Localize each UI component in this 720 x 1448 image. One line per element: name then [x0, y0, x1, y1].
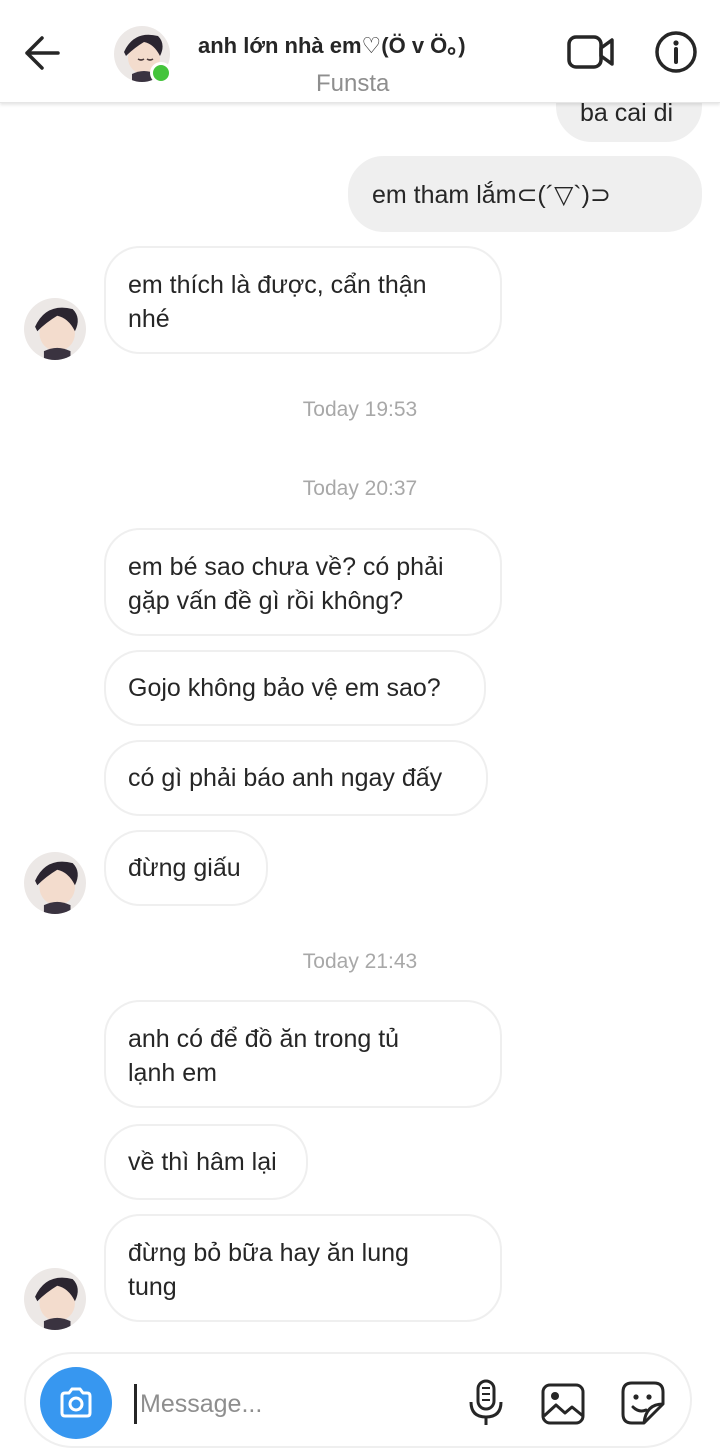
message-text-line: em bé sao chưa về? có phải — [128, 553, 444, 581]
chat-header: anh lớn nhà em♡(Ö v Ö。) Funsta — [0, 0, 720, 103]
timestamp: Today 20:37 — [302, 477, 418, 500]
message-text: có gì phải báo anh ngay đấy — [128, 764, 443, 792]
message-text: Gojo không bảo vệ em sao? — [128, 674, 441, 702]
message-text-line: em thích là được, cẩn thận — [128, 271, 427, 299]
message-input[interactable] — [138, 1380, 442, 1428]
video-camera-icon — [567, 35, 614, 69]
back-button[interactable] — [22, 34, 62, 72]
message-incoming[interactable]: đừng giấu — [104, 830, 268, 906]
video-call-button[interactable] — [566, 32, 616, 72]
arrow-left-icon — [25, 36, 60, 70]
message-text-line: lạnh em — [128, 1059, 217, 1087]
sender-avatar[interactable] — [24, 1268, 86, 1330]
gallery-button[interactable] — [540, 1382, 586, 1426]
message-text-line: nhé — [128, 305, 170, 333]
sticker-button[interactable] — [620, 1380, 666, 1426]
contact-subtitle: Funsta — [316, 70, 390, 97]
contact-name[interactable]: anh lớn nhà em♡(Ö v Ö。) — [198, 28, 466, 60]
text-cursor — [134, 1384, 137, 1424]
message-text: đừng giấu — [128, 854, 241, 882]
voice-message-button[interactable] — [466, 1378, 506, 1428]
camera-icon — [60, 1387, 92, 1418]
message-text: em tham lắm⊂(´▽`)⊃ — [372, 181, 611, 209]
microphone-icon — [469, 1379, 503, 1425]
sender-avatar[interactable] — [24, 852, 86, 914]
info-icon — [655, 31, 697, 73]
sender-avatar[interactable] — [24, 298, 86, 360]
message-text-line: tung — [128, 1273, 177, 1301]
message-incoming[interactable]: đừng bỏ bữa hay ăn lung tung — [104, 1214, 502, 1322]
message-incoming[interactable]: có gì phải báo anh ngay đấy — [104, 740, 488, 816]
message-outgoing[interactable]: em tham lắm⊂(´▽`)⊃ — [348, 156, 702, 232]
timestamp: Today 19:53 — [302, 398, 418, 421]
message-incoming[interactable]: em thích là được, cẩn thận nhé — [104, 246, 502, 354]
camera-button[interactable] — [40, 1367, 112, 1439]
message-text-line: gặp vấn đề gì rồi không? — [128, 587, 404, 615]
message-text-line: anh có để đồ ăn trong tủ — [128, 1025, 400, 1053]
conversation-info-button[interactable] — [654, 30, 698, 74]
message-incoming[interactable]: em bé sao chưa về? có phải gặp vấn đề gì… — [104, 528, 502, 636]
message-text-line: đừng bỏ bữa hay ăn lung — [128, 1239, 409, 1267]
message-text: về thì hâm lại — [128, 1148, 277, 1176]
message-incoming[interactable]: về thì hâm lại — [104, 1124, 308, 1200]
message-incoming[interactable]: anh có để đồ ăn trong tủ lạnh em — [104, 1000, 502, 1108]
message-composer — [24, 1352, 692, 1448]
image-icon — [541, 1383, 585, 1425]
sticker-icon — [621, 1381, 665, 1425]
message-incoming[interactable]: Gojo không bảo vệ em sao? — [104, 650, 486, 726]
timestamp: Today 21:43 — [302, 950, 418, 973]
online-status-dot — [150, 62, 172, 84]
